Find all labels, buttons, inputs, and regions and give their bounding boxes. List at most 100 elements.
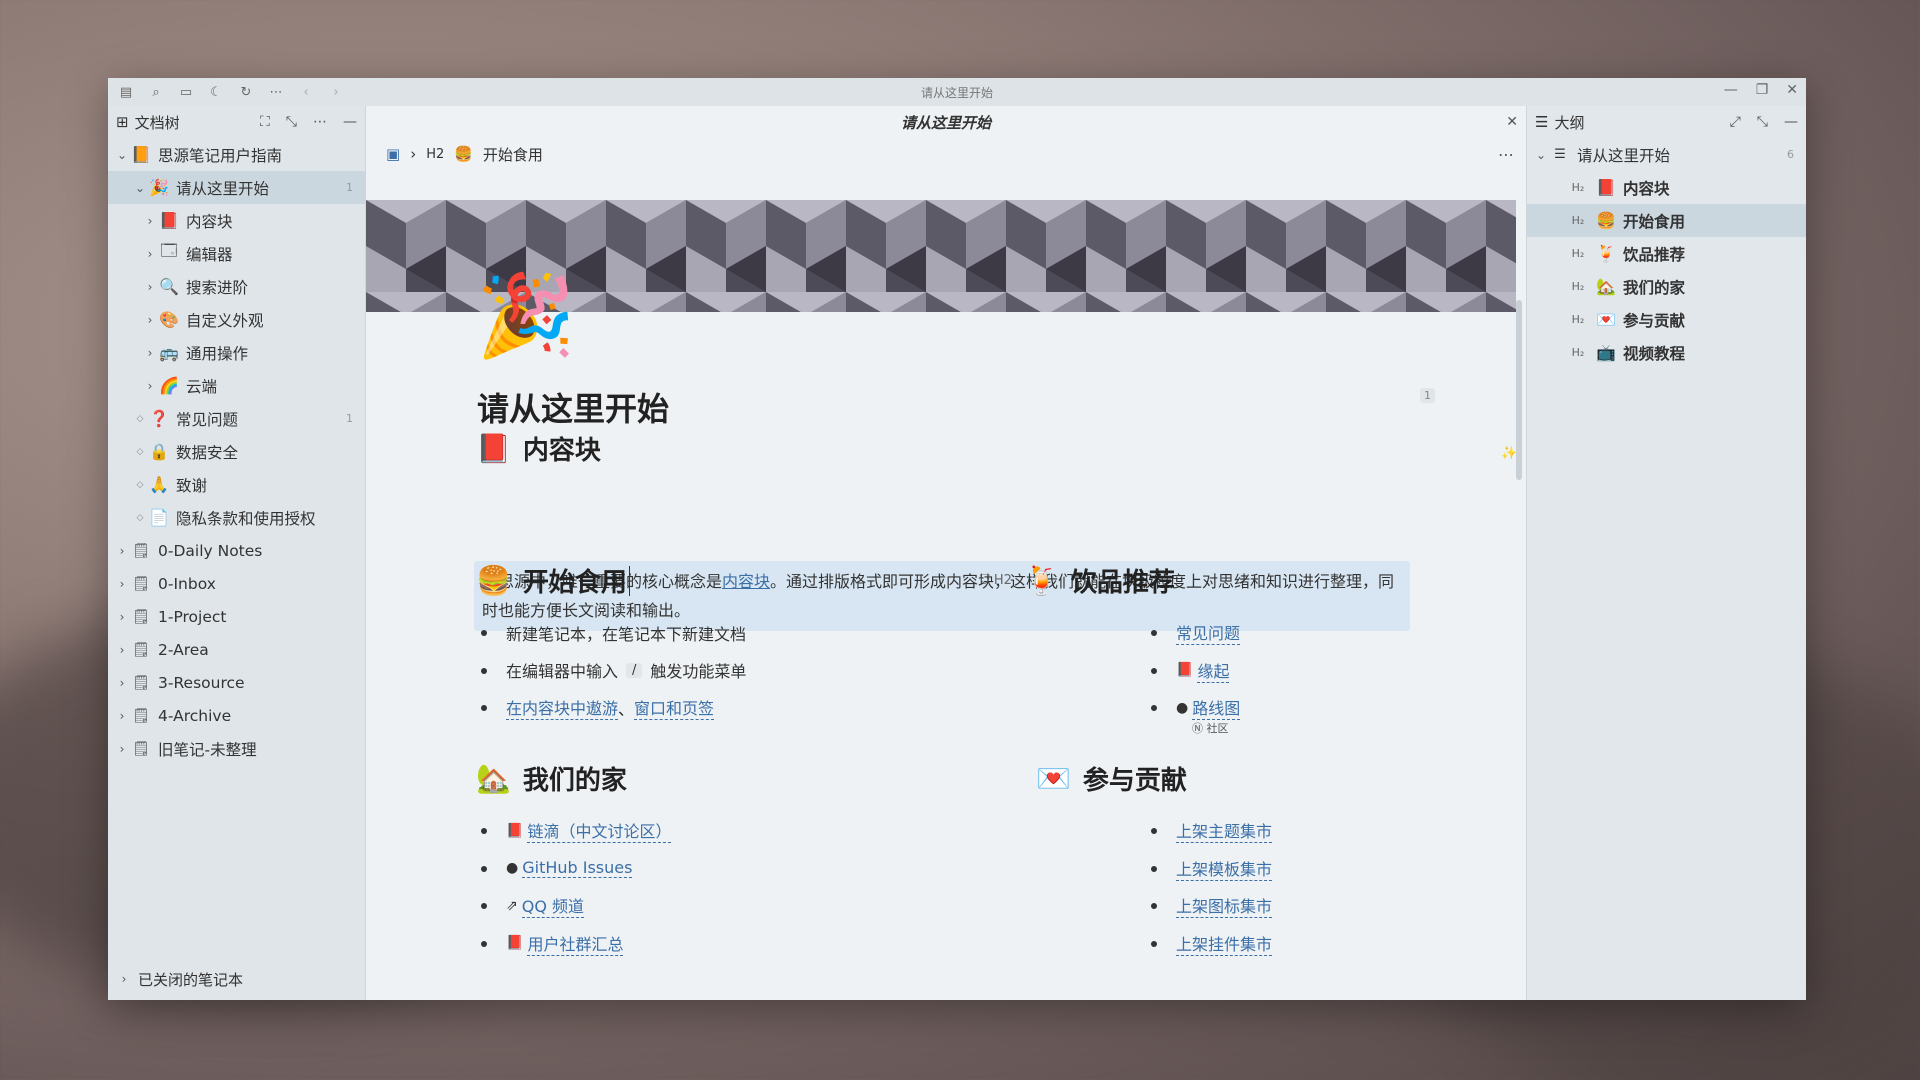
chevron-right-icon[interactable]: ›: [142, 313, 158, 327]
outline-item[interactable]: H₂ 🍔 开始食用: [1527, 204, 1806, 237]
outline-item[interactable]: H₂ 💌 参与贡献: [1527, 303, 1806, 336]
leaf-icon[interactable]: ◇: [132, 447, 148, 457]
search-icon[interactable]: ⌕: [148, 85, 164, 100]
collapse-icon[interactable]: ⤡: [286, 114, 297, 130]
back-icon[interactable]: ‹: [298, 85, 314, 100]
chevron-right-icon[interactable]: ›: [142, 280, 158, 294]
tree-item[interactable]: ◇ ❓ 常见问题 1: [108, 402, 365, 435]
link[interactable]: 在内容块中遨游: [506, 695, 619, 721]
notebook-row[interactable]: › 🗒 1-Project: [108, 600, 365, 633]
list-item[interactable]: 上架模板集市: [1148, 850, 1273, 888]
chevron-right-icon[interactable]: ›: [116, 972, 132, 986]
outline-root[interactable]: ⌄ ☰ 请从这里开始 6: [1527, 138, 1806, 171]
tree-item[interactable]: ◇ 📄 隐私条款和使用授权: [108, 501, 365, 534]
more-icon[interactable]: ⋯: [313, 114, 327, 130]
doc-icon[interactable]: ▣: [386, 145, 400, 163]
list-item[interactable]: 📕 缘起: [1148, 652, 1240, 690]
link[interactable]: 上架图标集市: [1176, 893, 1273, 919]
notebook-row[interactable]: › 🗒 4-Archive: [108, 699, 365, 732]
list-item[interactable]: 📕 用户社群汇总: [478, 925, 671, 963]
chevron-right-icon[interactable]: ›: [114, 610, 130, 624]
breadcrumb-label[interactable]: 开始食用: [483, 144, 543, 165]
chevron-right-icon[interactable]: ›: [114, 544, 130, 558]
tree-item[interactable]: › 🚌 通用操作: [108, 336, 365, 369]
chevron-right-icon[interactable]: ›: [114, 709, 130, 723]
link[interactable]: 窗口和页签: [634, 695, 715, 721]
link[interactable]: GitHub Issues: [522, 858, 633, 879]
link[interactable]: 上架模板集市: [1176, 856, 1273, 881]
list-item[interactable]: ⇗ QQ 频道: [478, 887, 671, 925]
focus-icon[interactable]: ⛶: [260, 114, 270, 130]
tree-item[interactable]: ◇ 🙏 致谢: [108, 468, 365, 501]
close-tab-icon[interactable]: ✕: [1506, 114, 1518, 130]
notebook-row[interactable]: ⌄ 📙 思源笔记用户指南: [108, 138, 365, 171]
outline-item[interactable]: H₂ 🏡 我们的家: [1527, 270, 1806, 303]
more-icon[interactable]: ⋯: [268, 85, 284, 100]
tree-item[interactable]: › 🌈 云端: [108, 369, 365, 402]
workspace-icon[interactable]: ▤: [118, 85, 134, 100]
list-item[interactable]: ● GitHub Issues: [478, 850, 671, 888]
document-title[interactable]: 请从这里开始: [477, 384, 669, 430]
content-block-link[interactable]: 内容块: [722, 572, 770, 591]
sync-icon[interactable]: ↻: [238, 85, 254, 100]
chevron-right-icon[interactable]: ›: [114, 676, 130, 690]
outline-item[interactable]: H₂ 📺 视频教程: [1527, 336, 1806, 369]
notebook-row[interactable]: › 🗒 2-Area: [108, 633, 365, 666]
link[interactable]: 用户社群汇总: [527, 931, 624, 956]
minimize-panel-icon[interactable]: —: [343, 114, 357, 130]
moon-icon[interactable]: ☾: [208, 85, 224, 100]
tree-item[interactable]: › 📕 内容块: [108, 204, 365, 237]
list-item[interactable]: 上架主题集市: [1148, 812, 1273, 850]
tree-item[interactable]: ◇ 🔒 数据安全: [108, 435, 365, 468]
tree-item[interactable]: › 🎨 自定义外观: [108, 303, 365, 336]
list-item[interactable]: 新建笔记本，在笔记本下新建文档: [478, 614, 746, 652]
link[interactable]: 上架挂件集市: [1176, 931, 1273, 956]
heading-home[interactable]: 🏡 我们的家: [476, 760, 627, 797]
chevron-down-icon[interactable]: ⌄: [114, 148, 130, 162]
list-item[interactable]: 📕 链滴（中文讨论区）: [478, 812, 672, 850]
notebook-row[interactable]: › 🗒 3-Resource: [108, 666, 365, 699]
link[interactable]: 缘起: [1197, 658, 1230, 683]
community-tag[interactable]: Ⓝ 社区: [1192, 720, 1229, 736]
minimize-panel-icon[interactable]: —: [1784, 114, 1798, 130]
link[interactable]: QQ 频道: [521, 893, 585, 919]
list-item[interactable]: 在编辑器中输入 / 触发功能菜单: [478, 652, 746, 690]
leaf-icon[interactable]: ◇: [132, 414, 148, 424]
chevron-down-icon[interactable]: ⌄: [1533, 148, 1549, 162]
outline-item[interactable]: H₂ 📕 内容块: [1527, 171, 1806, 204]
list-item[interactable]: 上架挂件集市: [1148, 925, 1273, 963]
tab-document[interactable]: 请从这里开始 ✕: [366, 106, 1526, 138]
tree-item[interactable]: › 🔍 搜索进阶: [108, 270, 365, 303]
link[interactable]: 常见问题: [1176, 620, 1241, 646]
chevron-right-icon[interactable]: ›: [142, 379, 158, 393]
heading-contribute[interactable]: 💌 参与贡献: [1036, 760, 1187, 797]
chevron-down-icon[interactable]: ⌄: [132, 181, 148, 195]
collapse-icon[interactable]: ⤡: [1757, 114, 1768, 130]
link[interactable]: 路线图: [1192, 695, 1241, 721]
document-icon[interactable]: 🎉: [476, 276, 576, 356]
tree-item[interactable]: ⌄ 🎉 请从这里开始 1: [108, 171, 365, 204]
chevron-right-icon[interactable]: ›: [142, 346, 158, 360]
heading-content-block[interactable]: 📕 内容块: [476, 430, 601, 467]
closed-notebooks[interactable]: › 已关闭的笔记本: [108, 964, 365, 994]
list-item[interactable]: 在内容块中遨游、窗口和页签: [478, 689, 746, 727]
close-icon[interactable]: ✕: [1786, 82, 1798, 98]
leaf-icon[interactable]: ◇: [132, 480, 148, 490]
layout-icon[interactable]: ▭: [178, 85, 194, 100]
chevron-right-icon[interactable]: ›: [142, 247, 158, 261]
link[interactable]: 链滴（中文讨论区）: [527, 818, 672, 844]
heading-start[interactable]: 🍔 开始食用: [476, 562, 630, 599]
outline-item[interactable]: H₂ 🍹 饮品推荐: [1527, 237, 1806, 270]
chevron-right-icon[interactable]: ›: [114, 577, 130, 591]
notebook-row[interactable]: › 🗒 旧笔记-未整理: [108, 732, 365, 765]
list-item[interactable]: 上架图标集市: [1148, 887, 1273, 925]
leaf-icon[interactable]: ◇: [132, 513, 148, 523]
more-icon[interactable]: ⋯: [1498, 145, 1514, 164]
chevron-right-icon[interactable]: ›: [114, 742, 130, 756]
chevron-right-icon[interactable]: ›: [114, 643, 130, 657]
editor-scrollbar[interactable]: [1516, 300, 1522, 480]
chevron-right-icon[interactable]: ›: [142, 214, 158, 228]
link[interactable]: 上架主题集市: [1176, 818, 1273, 844]
heading-drinks[interactable]: ⛉ H2 🍹 饮品推荐: [980, 562, 1175, 599]
forward-icon[interactable]: ›: [328, 85, 344, 100]
